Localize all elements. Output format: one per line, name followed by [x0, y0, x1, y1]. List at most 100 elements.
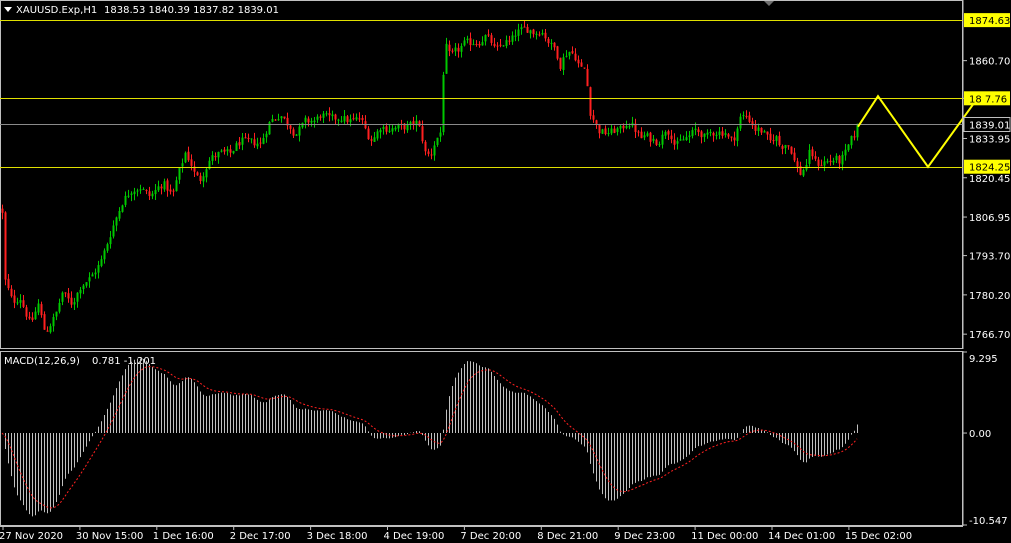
candle-body — [424, 141, 427, 152]
candle-body — [829, 160, 832, 163]
candle — [442, 71, 445, 136]
candle-body — [793, 152, 796, 161]
candle-body — [226, 149, 229, 152]
candle-body — [604, 128, 607, 135]
candle-body — [247, 137, 250, 140]
candle-body — [16, 302, 19, 304]
candle-body — [709, 131, 712, 133]
candle-body — [736, 128, 739, 141]
candle-body — [31, 317, 34, 320]
candle-body — [106, 244, 109, 251]
candle-body — [79, 289, 82, 294]
candle-body — [238, 142, 241, 146]
candle-body — [391, 128, 394, 132]
candle-body — [304, 117, 307, 123]
candle-body — [466, 38, 469, 41]
candle-body — [250, 138, 253, 140]
candle-body — [310, 120, 313, 123]
candle-body — [844, 149, 847, 156]
candle-body — [34, 311, 37, 320]
candle-body — [721, 131, 724, 136]
current-price-text: 1839.01 — [969, 121, 1010, 132]
candle-body — [487, 34, 490, 36]
candle-body — [262, 138, 265, 144]
macd-tick-label: -10.547 — [969, 516, 1008, 527]
candle-body — [103, 250, 106, 260]
candle-body — [472, 44, 475, 46]
candle-body — [349, 119, 352, 123]
candle-body — [277, 119, 280, 121]
candle-body — [820, 165, 823, 167]
candle-body — [658, 144, 661, 146]
candle-body — [313, 120, 316, 123]
candle-body — [664, 132, 667, 136]
candle-body — [628, 126, 631, 128]
candle-body — [556, 46, 559, 59]
candle-body — [121, 205, 124, 212]
candle-body — [175, 180, 178, 192]
macd-label: MACD(12,26,9) — [4, 356, 80, 367]
candle-body — [259, 142, 262, 144]
candle-body — [289, 125, 292, 129]
candle-body — [244, 137, 247, 139]
trading-terminal-chart[interactable]: XAUUSD.Exp,H1 1838.53 1840.39 1837.82 18… — [0, 0, 1011, 543]
candle-body — [520, 27, 523, 30]
candle-body — [385, 126, 388, 132]
candle-body — [622, 125, 625, 129]
candle-body — [493, 43, 496, 47]
candle — [790, 146, 793, 155]
candle-body — [445, 43, 448, 74]
candle-body — [592, 115, 595, 120]
candle-body — [25, 307, 28, 317]
time-tick-label: 14 Dec 01:00 — [768, 531, 835, 542]
candle-body — [76, 292, 79, 302]
time-tick-label: 7 Dec 20:00 — [460, 531, 521, 542]
candle-body — [685, 137, 688, 140]
current-price-label: 1839.01 — [963, 117, 1011, 132]
candle-body — [13, 295, 16, 303]
candle-body — [577, 59, 580, 64]
candle-body — [370, 139, 373, 141]
candle-body — [550, 42, 553, 44]
candle-body — [619, 125, 622, 129]
candle-body — [712, 132, 715, 136]
candle-body — [688, 135, 691, 137]
candle-body — [760, 127, 763, 133]
candle-body — [547, 38, 550, 44]
time-tick-label: 2 Dec 17:00 — [230, 531, 291, 542]
candle-body — [523, 26, 526, 28]
candle-body — [460, 46, 463, 52]
candle-body — [715, 134, 718, 136]
candle — [4, 211, 7, 286]
candle-body — [196, 172, 199, 176]
level-label-text: 18 7.76 — [969, 94, 1007, 105]
candle-body — [748, 115, 751, 122]
candle-body — [112, 225, 115, 237]
candle-body — [157, 186, 160, 191]
candle-body — [781, 146, 784, 149]
candle-body — [841, 154, 844, 165]
candle-body — [1, 208, 4, 213]
candle-body — [52, 317, 55, 327]
candle-body — [172, 190, 175, 192]
candle-body — [847, 144, 850, 151]
candle-body — [133, 191, 136, 195]
candle-body — [151, 193, 154, 197]
candle-body — [340, 120, 343, 122]
ohlc-readout: 1838.53 1840.39 1837.82 1839.01 — [104, 5, 279, 16]
candle-body — [355, 117, 358, 120]
time-tick-label: 27 Nov 2020 — [0, 531, 63, 542]
candle — [121, 204, 124, 213]
candle-body — [673, 139, 676, 145]
candle-body — [517, 29, 520, 36]
candle-body — [220, 150, 223, 152]
candle — [43, 311, 46, 330]
candle-body — [7, 278, 10, 289]
candle-body — [136, 190, 139, 192]
candle-body — [256, 143, 259, 147]
candle-body — [646, 133, 649, 136]
candle-body — [814, 156, 817, 159]
candle-body — [574, 53, 577, 61]
candle-body — [163, 181, 166, 190]
candle-body — [388, 130, 391, 132]
